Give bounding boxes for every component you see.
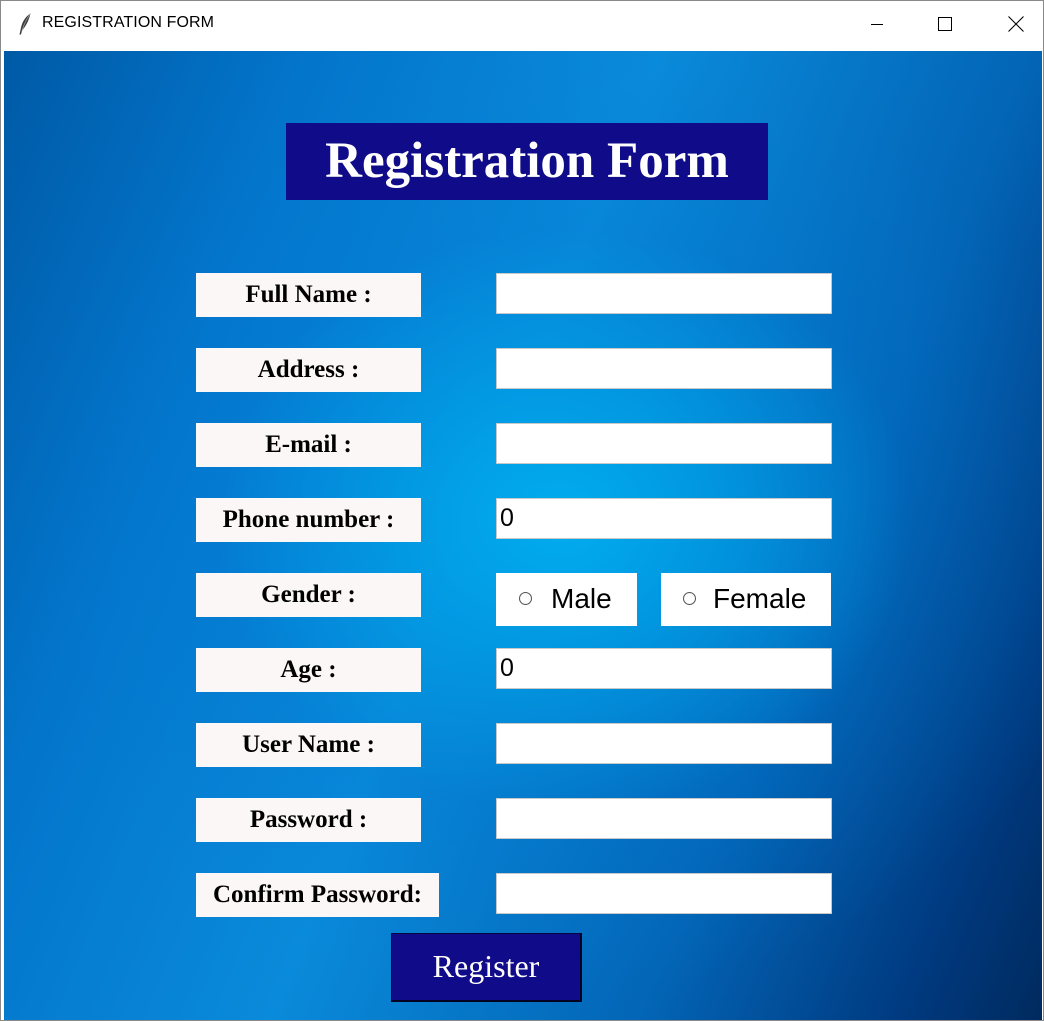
username-input[interactable]: [496, 723, 832, 764]
confirm-password-label: Confirm Password:: [196, 873, 439, 917]
feather-icon: [16, 12, 36, 36]
radio-circle-icon[interactable]: [683, 592, 696, 605]
minimize-icon: [871, 24, 883, 25]
email-label: E-mail :: [196, 423, 421, 467]
window-title: REGISTRATION FORM: [42, 14, 215, 31]
minimize-button[interactable]: [842, 1, 912, 47]
address-input[interactable]: [496, 348, 832, 389]
maximize-button[interactable]: [910, 1, 980, 47]
gender-female-label: Female: [713, 583, 807, 614]
age-label: Age :: [196, 648, 421, 692]
gender-male-radio[interactable]: Male: [496, 573, 637, 626]
phone-input[interactable]: 0: [496, 498, 832, 539]
email-input[interactable]: [496, 423, 832, 464]
username-label: User Name :: [196, 723, 421, 767]
full-name-input[interactable]: [496, 273, 832, 314]
app-window: REGISTRATION FORM Registration Form Full…: [0, 0, 1044, 1021]
register-button[interactable]: Register: [391, 933, 582, 1002]
confirm-password-input[interactable]: [496, 873, 832, 914]
radio-circle-icon[interactable]: [519, 592, 532, 605]
address-label: Address :: [196, 348, 421, 392]
age-input[interactable]: 0: [496, 648, 832, 689]
gender-male-label: Male: [551, 583, 612, 614]
form-title: Registration Form: [286, 123, 768, 200]
password-input[interactable]: [496, 798, 832, 839]
full-name-label: Full Name :: [196, 273, 421, 317]
form-background: Registration Form Full Name : Address : …: [4, 51, 1042, 1020]
maximize-icon: [938, 17, 952, 31]
gender-female-radio[interactable]: Female: [661, 573, 831, 626]
gender-label: Gender :: [196, 573, 421, 617]
close-button[interactable]: [980, 1, 1044, 47]
phone-label: Phone number :: [196, 498, 421, 542]
password-label: Password :: [196, 798, 421, 842]
close-icon: [1008, 16, 1024, 32]
title-bar[interactable]: REGISTRATION FORM: [1, 1, 1043, 49]
